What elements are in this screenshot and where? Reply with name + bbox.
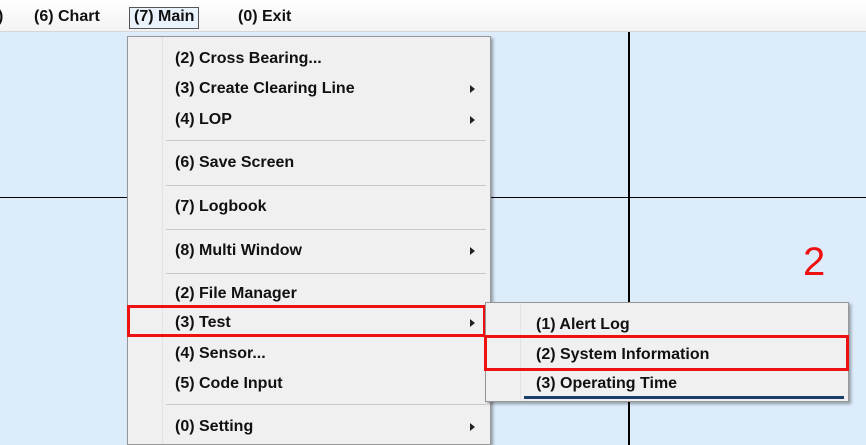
menu-main[interactable]: (7) Main xyxy=(129,7,200,29)
submenu-item-operating-time[interactable]: (3) Operating Time xyxy=(536,370,677,398)
menu-exit[interactable]: (0) Exit xyxy=(234,7,295,29)
submenu-arrow-icon xyxy=(470,116,475,124)
submenu-arrow-icon xyxy=(470,423,475,431)
menu-icon-column-divider xyxy=(162,37,163,444)
menu-item-multi-window[interactable]: (8) Multi Window xyxy=(175,237,302,265)
menu-partial-item[interactable]: ) xyxy=(0,7,7,29)
menu-item-setting[interactable]: (0) Setting xyxy=(175,413,253,441)
menu-item-save-screen[interactable]: (6) Save Screen xyxy=(175,149,294,177)
submenu-focus-underline xyxy=(524,396,844,399)
submenu-arrow-icon xyxy=(470,247,475,255)
menu-chart[interactable]: (6) Chart xyxy=(30,7,104,29)
menu-item-logbook[interactable]: (7) Logbook xyxy=(175,193,267,221)
step-number-label: 2 xyxy=(803,240,826,284)
menu-item-create-clearing-line[interactable]: (3) Create Clearing Line xyxy=(175,75,355,103)
submenu-arrow-icon xyxy=(470,85,475,93)
menu-separator xyxy=(166,140,486,141)
menu-separator xyxy=(166,273,486,274)
menu-item-sensor[interactable]: (4) Sensor... xyxy=(175,340,266,368)
menu-separator xyxy=(166,229,486,230)
menu-separator xyxy=(166,185,486,186)
highlight-system-information-box xyxy=(484,335,849,371)
menu-bar: ) (6) Chart (7) Main (0) Exit xyxy=(0,0,866,32)
menu-item-cross-bearing[interactable]: (2) Cross Bearing... xyxy=(175,45,322,73)
main-menu-dropdown: (2) Cross Bearing... (3) Create Clearing… xyxy=(127,36,491,445)
menu-item-file-manager[interactable]: (2) File Manager xyxy=(175,280,297,308)
menu-item-code-input[interactable]: (5) Code Input xyxy=(175,370,283,398)
menu-separator xyxy=(166,404,486,405)
highlight-test-box xyxy=(127,305,486,337)
menu-item-lop[interactable]: (4) LOP xyxy=(175,106,232,134)
